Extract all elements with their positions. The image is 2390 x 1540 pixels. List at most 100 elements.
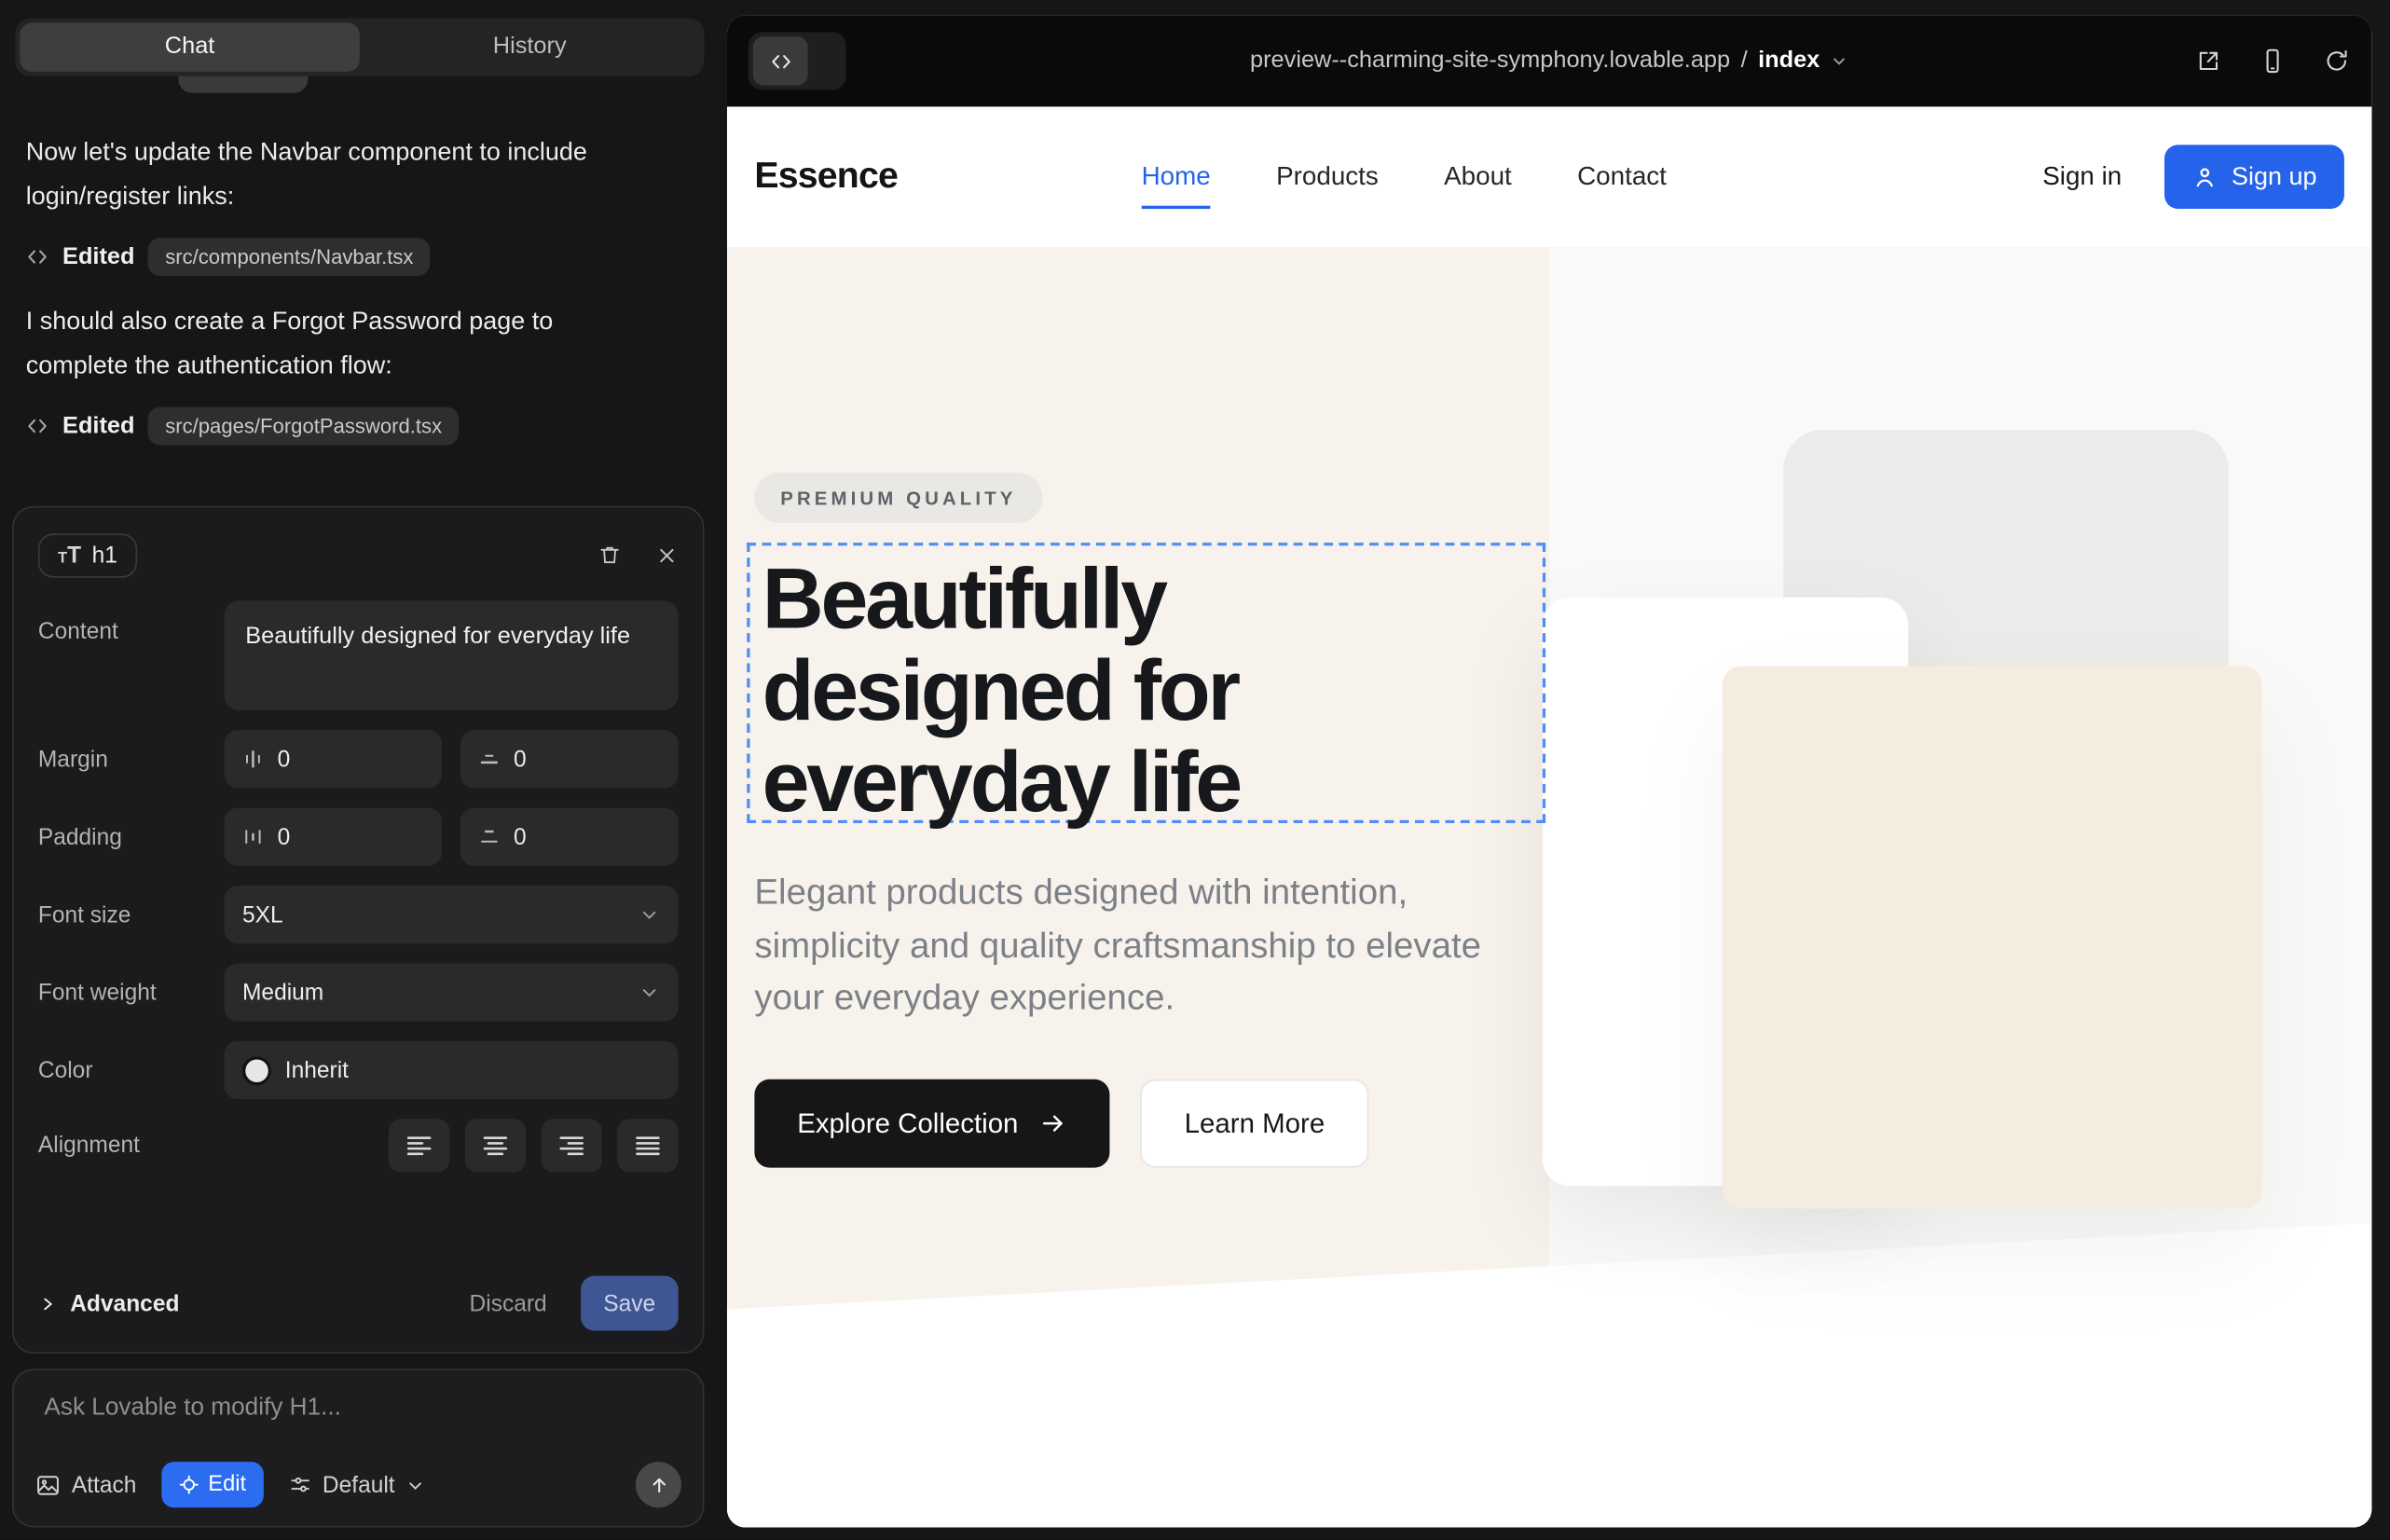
selected-element-tag: TT h1 [38,533,137,577]
advanced-toggle[interactable]: Advanced [38,1290,180,1316]
color-value: Inherit [285,1057,349,1083]
align-left-button[interactable] [389,1119,449,1172]
code-icon [26,415,49,438]
chat-messages: Now let's update the Navbar component to… [26,116,684,469]
hero-heading[interactable]: Beautifully designed for everyday life [750,545,1543,828]
align-justify-button[interactable] [617,1119,678,1172]
file-chip[interactable]: src/components/Navbar.tsx [148,238,430,276]
font-size-select[interactable]: 5XL [224,886,678,943]
tab-history[interactable]: History [360,23,700,72]
content-label: Content [38,600,224,644]
default-label: Default [323,1472,395,1498]
sign-up-button[interactable]: Sign up [2164,144,2344,209]
margin-vertical-icon [478,749,500,770]
hero-decor-beige-shape [1723,667,2262,1209]
preview-window: preview--charming-site-symphony.lovable.… [727,15,2371,1527]
edited-label: Edited [62,412,134,439]
site-brand[interactable]: Essence [754,156,898,199]
sign-in-link[interactable]: Sign in [2042,161,2122,192]
chat-message: Now let's update the Navbar component to… [26,131,643,220]
font-weight-value: Medium [242,980,323,1006]
arrow-right-icon [1039,1109,1066,1136]
color-select[interactable]: Inherit [224,1041,678,1099]
margin-horizontal-value: 0 [278,746,291,772]
selected-element-outline: Beautifully designed for everyday life [747,543,1545,823]
mobile-device-icon[interactable] [2259,48,2286,75]
url-path: index [1758,48,1820,75]
margin-label: Margin [38,746,224,772]
chat-composer: Attach Edit Default [12,1368,704,1527]
chat-panel: Chat History Now let's update the Navbar… [0,0,727,1540]
discard-button[interactable]: Discard [470,1290,547,1316]
save-button[interactable]: Save [581,1276,679,1331]
close-icon[interactable] [655,543,679,567]
url-bar[interactable]: preview--charming-site-symphony.lovable.… [1250,48,1848,75]
attach-button[interactable]: Attach [35,1472,137,1498]
chevron-down-icon [639,982,660,1003]
padding-vertical-input[interactable]: 0 [460,808,679,866]
edited-file-row: Edited src/components/Navbar.tsx [26,238,684,276]
hero-paragraph: Elegant products designed with intention… [754,866,1517,1024]
chat-history-tabs: Chat History [15,19,704,76]
font-weight-row: Font weight Medium [38,963,679,1021]
chevron-right-icon [38,1293,58,1313]
hero-diagonal-background [727,1210,2371,1527]
composer-controls: Attach Edit Default [35,1462,681,1507]
tab-chat[interactable]: Chat [20,23,360,72]
url-separator: / [1741,48,1748,75]
margin-horizontal-input[interactable]: 0 [224,730,442,788]
edit-target-icon [178,1474,199,1495]
explore-collection-button[interactable]: Explore Collection [754,1079,1109,1168]
url-text: preview--charming-site-symphony.lovable.… [1250,48,1730,75]
font-weight-select[interactable]: Medium [224,963,678,1021]
padding-row: Padding 0 0 [38,808,679,866]
site-hero: PREMIUM QUALITY Beautifully designed for… [727,247,2371,1528]
learn-more-button[interactable]: Learn More [1140,1079,1368,1168]
send-button[interactable] [636,1462,681,1507]
code-view-toggle[interactable] [749,32,846,89]
alignment-label: Alignment [38,1133,224,1159]
nav-link-contact[interactable]: Contact [1577,161,1667,192]
margin-vertical-input[interactable]: 0 [460,730,679,788]
explore-collection-label: Explore Collection [797,1107,1018,1139]
padding-vertical-icon [478,826,500,847]
browser-chrome: preview--charming-site-symphony.lovable.… [727,15,2371,106]
arrow-up-icon [647,1473,670,1496]
inspector-footer: Advanced Discard Save [38,1276,679,1331]
file-chip[interactable]: src/pages/ForgotPassword.tsx [148,407,459,446]
refresh-icon[interactable] [2323,48,2350,75]
margin-row: Margin 0 0 [38,730,679,788]
padding-label: Padding [38,824,224,850]
element-tag-label: h1 [92,542,117,568]
padding-horizontal-input[interactable]: 0 [224,808,442,866]
chat-input[interactable] [35,1389,681,1429]
user-icon [2191,164,2218,190]
align-right-button[interactable] [541,1119,601,1172]
alignment-buttons [389,1119,679,1172]
open-external-icon[interactable] [2195,48,2222,75]
default-mode-button[interactable]: Default [287,1472,425,1498]
nav-link-about[interactable]: About [1444,161,1512,192]
site-navbar: Essence Home Products About Contact Sign… [727,106,2371,246]
sliders-icon [287,1473,311,1497]
edited-file-row: Edited src/pages/ForgotPassword.tsx [26,407,684,446]
attach-image-icon [35,1472,62,1498]
margin-horizontal-icon [242,749,264,770]
color-row: Color Inherit [38,1041,679,1099]
nav-link-home[interactable]: Home [1142,161,1211,192]
padding-vertical-value: 0 [514,824,527,850]
edit-mode-button[interactable]: Edit [161,1462,264,1507]
align-center-button[interactable] [465,1119,526,1172]
padding-horizontal-value: 0 [278,824,291,850]
content-row: Content Beautifully designed for everyda… [38,600,679,710]
trash-icon[interactable] [598,543,622,567]
content-input[interactable]: Beautifully designed for everyday life [224,600,678,710]
font-weight-label: Font weight [38,980,224,1006]
element-inspector: TT h1 Content Beautifully designed for e… [12,506,704,1354]
font-size-label: Font size [38,901,224,928]
nav-link-products[interactable]: Products [1276,161,1379,192]
chevron-down-icon [405,1475,425,1494]
inspector-header: TT h1 [38,529,679,581]
lovable-app: Chat History Now let's update the Navbar… [0,0,2390,1540]
attach-label: Attach [72,1472,137,1498]
